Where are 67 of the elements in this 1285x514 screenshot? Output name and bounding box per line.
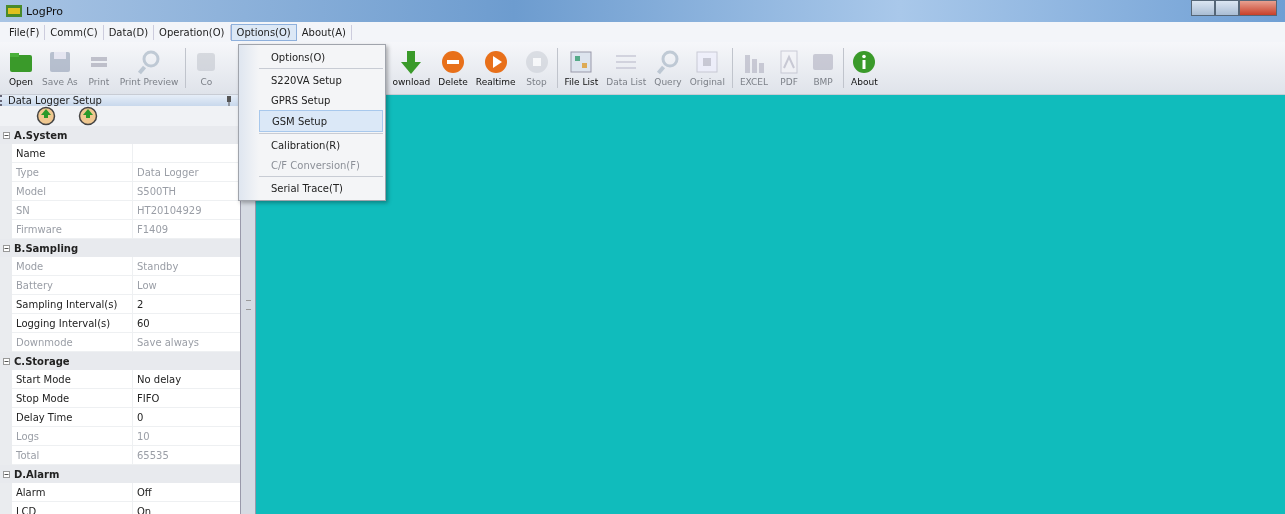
category-label: C.Storage <box>14 355 70 367</box>
property-name: Battery <box>12 276 133 294</box>
property-value[interactable]: 0 <box>133 411 144 423</box>
menu-option[interactable]: GPRS Setup <box>259 90 383 110</box>
stop-circle-icon <box>523 49 550 75</box>
property-name: Logging Interval(s) <box>12 314 133 332</box>
collapse-toggle[interactable] <box>3 470 10 478</box>
collapse-toggle[interactable] <box>3 357 10 365</box>
toolbar-button[interactable]: Delete <box>434 47 472 89</box>
menu-item[interactable]: File(F) <box>4 24 46 40</box>
property-name: Delay Time <box>12 408 133 426</box>
minimize-button[interactable] <box>1191 0 1215 16</box>
menu-option[interactable]: Serial Trace(T) <box>259 178 383 198</box>
menu-option[interactable]: Calibration(R) <box>259 135 383 155</box>
splitter-grip[interactable] <box>245 299 251 310</box>
magnifier-icon <box>655 49 681 75</box>
window-title: LogPro <box>26 4 64 18</box>
category-label: A.System <box>14 129 68 141</box>
property-value[interactable]: 60 <box>133 317 150 329</box>
frame-icon <box>694 49 721 75</box>
category-label: B.Sampling <box>14 242 79 254</box>
property-name: Alarm <box>12 483 133 501</box>
property-name: Logs <box>12 427 133 445</box>
property-name: LCD <box>12 502 133 514</box>
property-name: Type <box>12 163 133 181</box>
app-icon <box>6 5 22 17</box>
property-value[interactable]: On <box>133 505 152 514</box>
toolbar-button[interactable]: Open <box>4 47 38 89</box>
property-value[interactable]: 2 <box>133 298 144 310</box>
maximize-button[interactable] <box>1215 0 1239 16</box>
menu-item[interactable]: Options(O) <box>230 23 297 41</box>
collapse-toggle[interactable] <box>3 244 10 252</box>
collapse-toggle[interactable] <box>3 131 10 139</box>
menu-item[interactable]: About(A) <box>296 24 352 40</box>
property-value[interactable]: FIFO <box>133 392 160 404</box>
property-name: Stop Mode <box>12 389 133 407</box>
property-value[interactable]: No delay <box>133 373 182 385</box>
menu-item[interactable]: Operation(O) <box>154 24 231 40</box>
info-icon <box>851 49 878 75</box>
menu-option[interactable]: Options(O) <box>259 47 383 67</box>
property-name: Total <box>12 446 133 464</box>
upload-icon[interactable] <box>78 106 98 126</box>
property-name: Mode <box>12 257 133 275</box>
property-name: Name <box>12 144 133 162</box>
minus-circle-icon <box>440 49 466 75</box>
property-name: Firmware <box>12 220 133 238</box>
property-name: Start Mode <box>12 370 133 388</box>
toolbar-button[interactable]: ownload <box>388 47 435 89</box>
property-name: Sampling Interval(s) <box>12 295 133 313</box>
panel-title: Data Logger Setup <box>8 95 102 106</box>
menu-item[interactable]: Data(D) <box>103 24 155 40</box>
property-name: Model <box>12 182 133 200</box>
menu-option[interactable]: S220VA Setup <box>259 70 383 90</box>
toolbar-button[interactable]: About <box>847 47 882 89</box>
property-value[interactable]: Off <box>133 486 152 498</box>
category-label: D.Alarm <box>14 468 60 480</box>
toolbar-button[interactable]: Realtime <box>471 47 520 89</box>
property-name: SN <box>12 201 133 219</box>
toolbar-button[interactable]: File List <box>560 47 603 89</box>
menu-option[interactable]: GSM Setup <box>259 110 383 132</box>
property-name: Downmode <box>12 333 133 351</box>
pin-icon[interactable] <box>226 95 232 106</box>
upload-icon[interactable] <box>36 106 56 126</box>
menu-item[interactable]: Comm(C) <box>45 24 104 40</box>
close-button[interactable] <box>1239 0 1277 16</box>
grid-icon <box>568 49 595 75</box>
play-circle-icon <box>482 49 509 75</box>
